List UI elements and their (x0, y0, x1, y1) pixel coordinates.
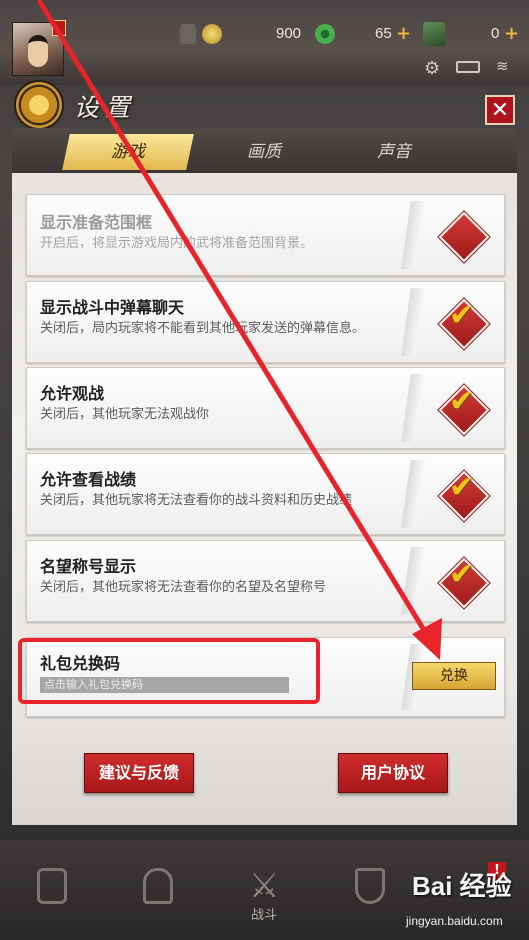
toggle-on[interactable]: ✔ (438, 470, 490, 522)
watch-icon (37, 868, 67, 904)
setting-row-danmaku: 显示战斗中弹幕聊天 关闭后，局内玩家将不能看到其他玩家发送的弹幕信息。 ✔ (26, 281, 505, 363)
crossed-swords-icon: ⚔ (249, 866, 280, 906)
currency-gold: 900 (180, 24, 310, 44)
dialog-title: 设置 (74, 93, 137, 122)
setting-desc: 关闭后，其他玩家无法观战你 (40, 407, 210, 422)
helmet-icon (143, 868, 173, 904)
shield-icon (355, 868, 385, 904)
setting-row-title-display: 名望称号显示 关闭后，其他玩家将无法查看你的名望及名望称号 ✔ (26, 540, 505, 622)
setting-title: 名望称号显示 (40, 557, 137, 576)
top-hud: 900 65 + 0 + ⚙ ≋ (0, 0, 529, 85)
close-button[interactable]: ✕ (485, 95, 515, 125)
tab-graphics[interactable]: 画质 (210, 134, 318, 170)
jade-add-button[interactable]: + (396, 23, 411, 44)
setting-desc: 关闭后，其他玩家将无法查看你的战斗资料和历史战绩 (40, 493, 353, 508)
tab-game[interactable]: 游戏 (62, 134, 194, 170)
tab-sound-label: 声音 (377, 142, 411, 162)
calendar-icon (180, 24, 196, 44)
settings-dialog: 设置 ✕ 游戏 画质 声音 显示准备范围框 开启后，将显示游戏局内的武将准备范围… (12, 80, 517, 825)
toggle-diamond-icon (438, 211, 490, 263)
row-divider (401, 374, 425, 442)
token-icon (423, 22, 445, 46)
checkmark-icon: ✔ (449, 384, 475, 419)
coin-icon (202, 24, 222, 44)
setting-title: 显示准备范围框 (40, 213, 153, 232)
checkmark-icon: ✔ (449, 298, 475, 333)
setting-desc: 关闭后，其他玩家将无法查看你的名望及名望称号 (40, 580, 327, 595)
settings-panel: 显示准备范围框 开启后，将显示游戏局内的武将准备范围背景。 显示战斗中弹幕聊天 … (12, 173, 517, 825)
feedback-button[interactable]: 建议与反馈 (84, 753, 194, 793)
baidu-watermark: Bai 经验 jingyan.baidu.com (392, 860, 522, 935)
tab-graphics-label: 画质 (247, 142, 281, 162)
redeem-title: 礼包兑换码 (40, 654, 121, 673)
settings-tabs: 游戏 画质 声音 (12, 128, 517, 175)
dialog-title-bar: 设置 ✕ (12, 80, 517, 130)
battery-icon (456, 61, 480, 73)
currency-token: 0 + (423, 22, 529, 46)
setting-title: 允许观战 (40, 384, 105, 403)
watermark-logo: Bai 经验 (412, 871, 512, 901)
user-agreement-button[interactable]: 用户协议 (338, 753, 448, 793)
setting-row-allow-record: 允许查看战绩 关闭后，其他玩家将无法查看你的战斗资料和历史战绩 ✔ (26, 453, 505, 535)
checkmark-icon: ✔ (449, 470, 475, 505)
settings-emblem-icon (16, 82, 62, 128)
token-add-button[interactable]: + (504, 23, 519, 44)
redeem-code-row: 礼包兑换码 点击输入礼包兑换码 兑换 (26, 637, 505, 717)
tab-sound[interactable]: 声音 (340, 134, 448, 170)
token-value: 0 (491, 25, 500, 42)
redeem-button[interactable]: 兑换 (412, 662, 496, 690)
gold-value: 900 (276, 25, 302, 42)
setting-title: 显示战斗中弹幕聊天 (40, 298, 185, 317)
setting-row-show-range: 显示准备范围框 开启后，将显示游戏局内的武将准备范围背景。 (26, 194, 505, 276)
row-divider (401, 460, 425, 528)
checkmark-icon: ✔ (449, 557, 475, 592)
setting-title: 允许查看战绩 (40, 470, 137, 489)
row-divider (401, 288, 425, 356)
redeem-code-input[interactable]: 点击输入礼包兑换码 (40, 677, 289, 693)
nav-item-battle[interactable]: ⚔ 战斗 (234, 860, 294, 923)
toggle-off[interactable] (438, 211, 490, 263)
setting-desc: 开启后，将显示游戏局内的武将准备范围背景。 (40, 236, 314, 251)
jade-value: 65 (375, 25, 392, 42)
nav-item-shield[interactable] (340, 860, 400, 920)
watermark-url: jingyan.baidu.com (406, 914, 503, 928)
settings-gear-icon[interactable]: ⚙ (424, 58, 440, 79)
level-badge (52, 20, 66, 36)
setting-desc: 关闭后，局内玩家将不能看到其他玩家发送的弹幕信息。 (40, 321, 366, 336)
toggle-on[interactable]: ✔ (438, 557, 490, 609)
nav-item-watch[interactable] (22, 860, 82, 920)
toggle-on[interactable]: ✔ (438, 384, 490, 436)
nav-item-hero[interactable] (128, 860, 188, 920)
row-divider (401, 547, 425, 615)
setting-row-allow-spectate: 允许观战 关闭后，其他玩家无法观战你 ✔ (26, 367, 505, 449)
status-bar: ⚙ ≋ (420, 57, 520, 79)
avatar-face (28, 35, 48, 67)
row-divider (401, 201, 425, 269)
jade-icon (315, 24, 335, 44)
wifi-icon: ≋ (496, 57, 509, 75)
nav-battle-label: 战斗 (250, 908, 277, 923)
currency-jade: 65 + (313, 23, 423, 44)
tab-game-label: 游戏 (111, 142, 145, 162)
toggle-on[interactable]: ✔ (438, 298, 490, 350)
